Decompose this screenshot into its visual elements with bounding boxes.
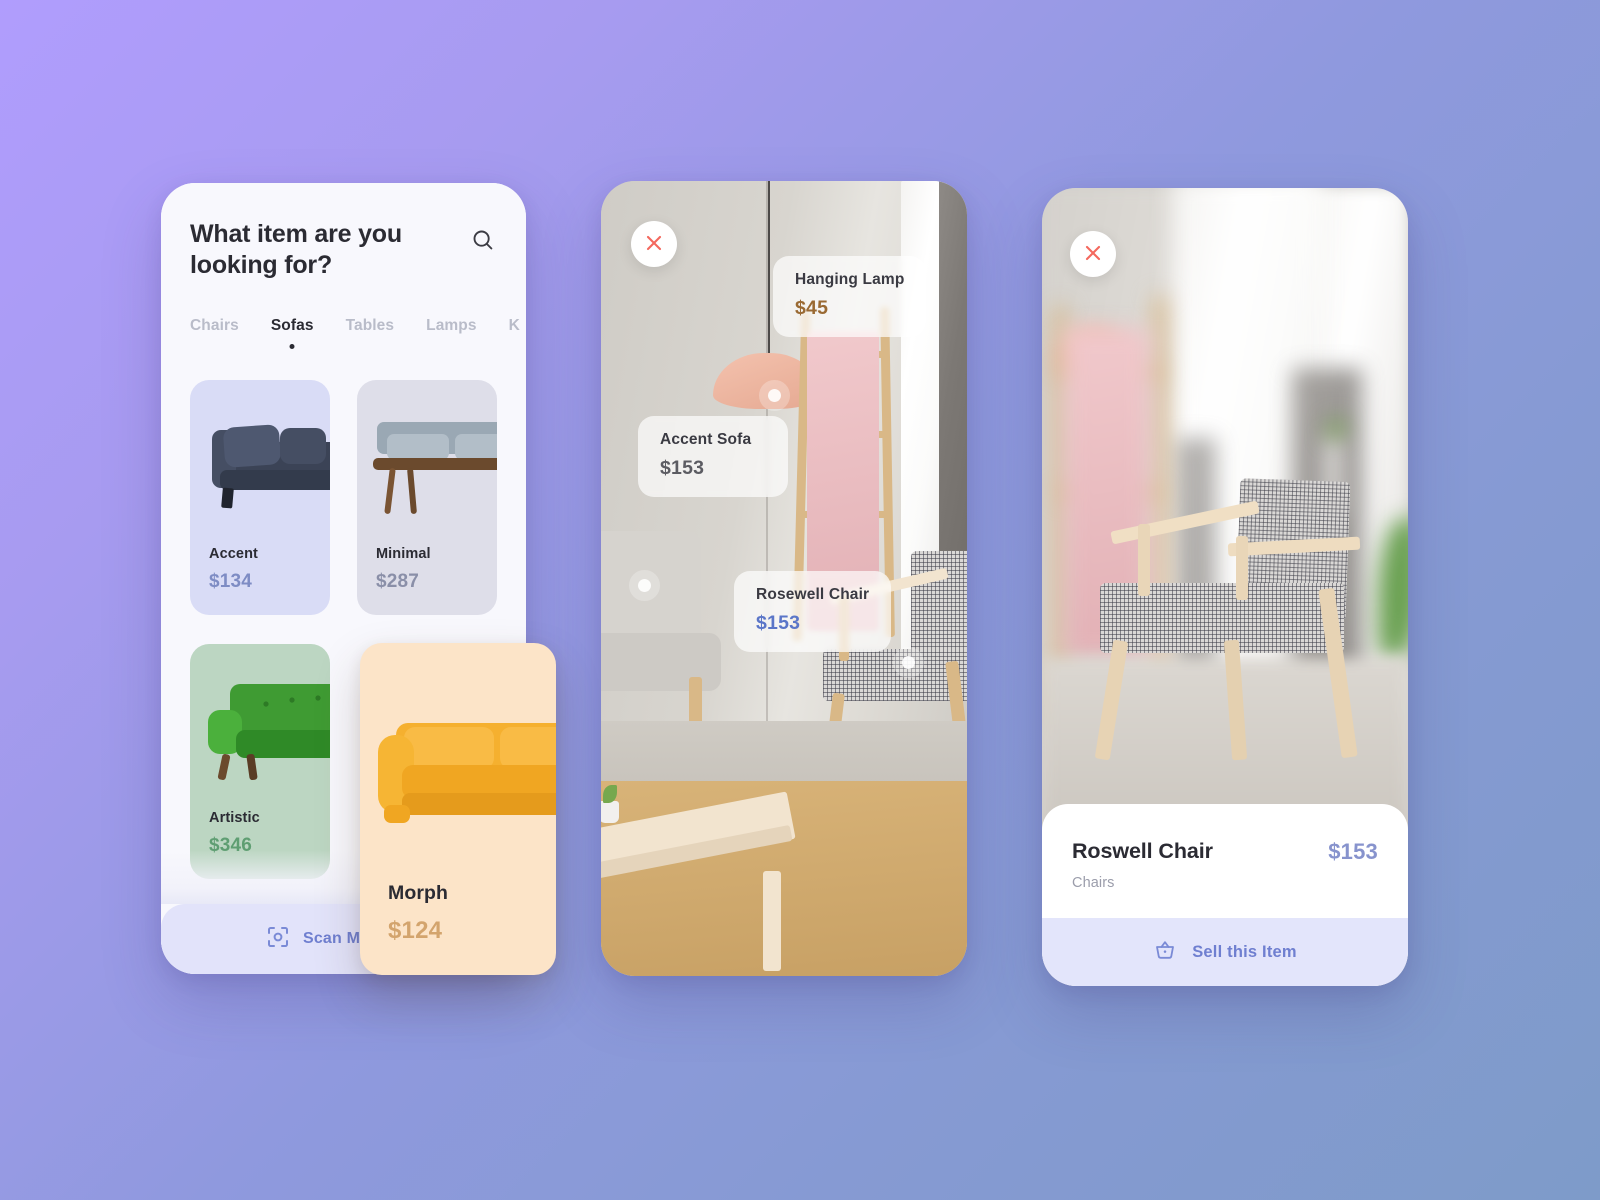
category-tabs: Chairs Sofas Tables Lamps K <box>190 317 526 335</box>
product-detail-header: Roswell Chair Chairs $153 <box>1042 804 1408 918</box>
product-card-accent[interactable]: Accent $134 <box>190 380 330 615</box>
product-name: Accent <box>209 546 258 562</box>
ar-anchor-dot <box>902 656 915 669</box>
product-meta-morph: Morph $124 <box>388 882 448 945</box>
product-detail-info: Roswell Chair Chairs <box>1072 839 1213 891</box>
ar-tag-price: $153 <box>756 612 801 634</box>
product-image-morph <box>360 643 556 883</box>
ar-tag-name: Accent Sofa <box>660 431 752 448</box>
close-button[interactable] <box>631 221 677 267</box>
close-icon <box>644 233 664 256</box>
sell-button-label: Sell this Item <box>1192 942 1297 961</box>
product-meta-artistic: Artistic $346 <box>209 810 260 857</box>
grey-sofa-seat <box>601 633 721 691</box>
product-image-minimal <box>357 380 497 548</box>
product-meta-accent: Accent $134 <box>209 546 258 593</box>
product-category: Chairs <box>1072 875 1115 891</box>
tab-kitchen[interactable]: K <box>509 317 520 335</box>
close-icon <box>1083 243 1103 266</box>
basket-icon <box>1153 938 1177 967</box>
armchair-support <box>1236 536 1248 600</box>
sell-this-item-button[interactable]: Sell this Item <box>1042 918 1408 986</box>
product-price: $287 <box>376 571 420 592</box>
plant-pot <box>601 801 619 823</box>
ar-tag-name: Hanging Lamp <box>795 271 905 288</box>
product-card-minimal[interactable]: Minimal $287 <box>357 380 497 615</box>
ar-tag-accent-sofa[interactable]: Accent Sofa $153 <box>638 416 788 497</box>
product-card-artistic[interactable]: Artistic $346 <box>190 644 330 879</box>
ar-tag-price: $45 <box>795 297 829 319</box>
tab-chairs[interactable]: Chairs <box>190 317 239 335</box>
tab-tables[interactable]: Tables <box>346 317 395 335</box>
phone-catalog-screen: What item are you looking for? Chairs So… <box>161 183 556 975</box>
tab-lamps[interactable]: Lamps <box>426 317 476 335</box>
product-price: $134 <box>209 571 253 592</box>
ar-tag-name: Rosewell Chair <box>756 586 870 603</box>
product-name: Artistic <box>209 810 260 826</box>
armchair-support <box>1138 524 1150 596</box>
product-name: Minimal <box>376 546 431 562</box>
product-meta-minimal: Minimal $287 <box>376 546 431 593</box>
lamp-cord <box>768 181 770 361</box>
ar-anchor-dot <box>768 389 781 402</box>
tab-sofas[interactable]: Sofas <box>271 317 314 335</box>
phone-detail-screen: Roswell Chair Chairs $153 Sell this Item <box>1042 188 1408 986</box>
product-price: $124 <box>388 917 443 944</box>
ar-tag-price: $153 <box>660 457 705 479</box>
catalog-header: What item are you looking for? <box>190 219 500 280</box>
armchair-seat <box>1100 583 1344 653</box>
product-card-morph[interactable]: Morph $124 <box>360 643 556 975</box>
ar-tag-rosewell-chair[interactable]: Rosewell Chair $153 <box>734 571 892 652</box>
ar-tag-hanging-lamp[interactable]: Hanging Lamp $45 <box>773 256 927 337</box>
product-image-accent <box>190 380 330 548</box>
bench-leg <box>763 871 781 971</box>
search-icon <box>472 229 494 254</box>
ar-anchor-dot <box>638 579 651 592</box>
scan-icon <box>267 926 289 953</box>
product-name: Roswell Chair <box>1072 839 1213 863</box>
close-button[interactable] <box>1070 231 1116 277</box>
search-button[interactable] <box>466 224 500 258</box>
page-title: What item are you looking for? <box>190 220 402 279</box>
product-detail-sheet: Roswell Chair Chairs $153 Sell this Item <box>1042 804 1408 986</box>
product-image-artistic <box>190 644 330 812</box>
phone-ar-screen: Hanging Lamp $45 Accent Sofa $153 Rosewe… <box>601 181 967 976</box>
product-price: $153 <box>1328 839 1378 864</box>
product-name: Morph <box>388 882 449 904</box>
ladder-rail-right <box>1154 296 1166 716</box>
product-price: $346 <box>209 835 253 856</box>
